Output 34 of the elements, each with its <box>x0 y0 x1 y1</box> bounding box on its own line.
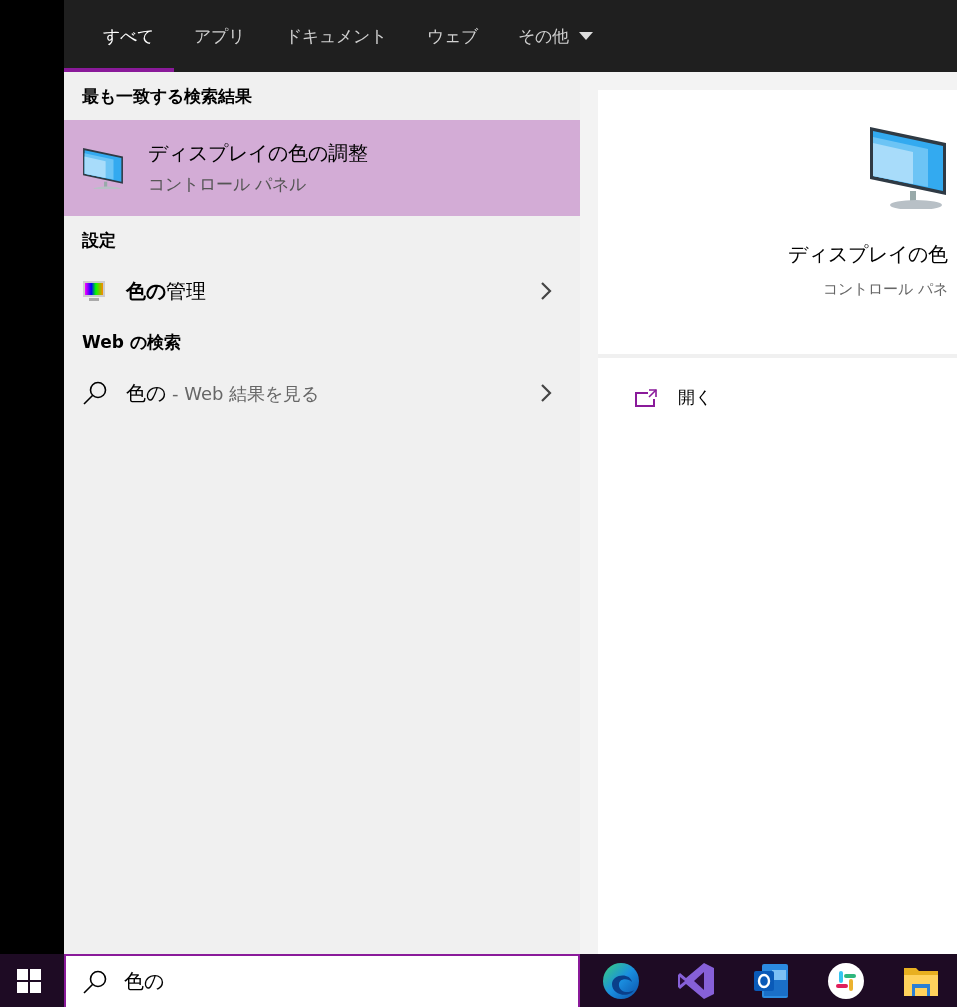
result-subtitle: コントロール パネル <box>148 173 308 196</box>
monitor-icon <box>868 125 948 209</box>
result-item[interactable]: 色の - Web 結果を見る <box>64 366 580 420</box>
result-hint: - Web 結果を見る <box>172 381 320 406</box>
ribbon-icon[interactable] <box>677 961 715 1000</box>
chevron-icon <box>540 281 552 301</box>
search-field[interactable]: 色の <box>124 969 524 994</box>
monitor-icon <box>82 147 124 189</box>
pinwheel-icon[interactable] <box>827 961 865 1000</box>
result-title: 色の管理 <box>126 277 207 305</box>
swirl-icon[interactable] <box>602 961 640 1000</box>
open-action[interactable]: 開く <box>634 386 957 409</box>
detail-title: ディスプレイの色 <box>788 241 948 268</box>
result-item[interactable]: 色の管理 <box>64 264 580 318</box>
envelope-icon[interactable] <box>752 961 790 1000</box>
monitor-icon <box>82 280 106 302</box>
caret-icon <box>579 32 593 40</box>
tab[interactable]: ドキュメント <box>265 0 407 72</box>
chevron-icon <box>540 383 552 403</box>
search-query: 色の <box>126 379 166 407</box>
tab[interactable]: ウェブ <box>407 0 498 72</box>
search-box[interactable]: 色の <box>64 954 580 1007</box>
windows-icon[interactable] <box>16 968 41 993</box>
detail-subtitle: コントロール パネ <box>823 280 948 299</box>
tab[interactable]: アプリ <box>174 0 265 72</box>
result-item[interactable]: ディスプレイの色の調整 コントロール パネル <box>64 120 580 216</box>
open-icon <box>634 387 658 408</box>
section-heading: 設定 <box>81 228 117 252</box>
section-heading: Web の検索 <box>81 330 182 354</box>
search-icon <box>82 380 108 406</box>
search-icon <box>82 968 108 995</box>
result-title: ディスプレイの色の調整 <box>148 140 369 167</box>
tab[interactable]: その他 <box>498 0 613 72</box>
section-heading: 最も一致する検索結果 <box>81 84 253 108</box>
